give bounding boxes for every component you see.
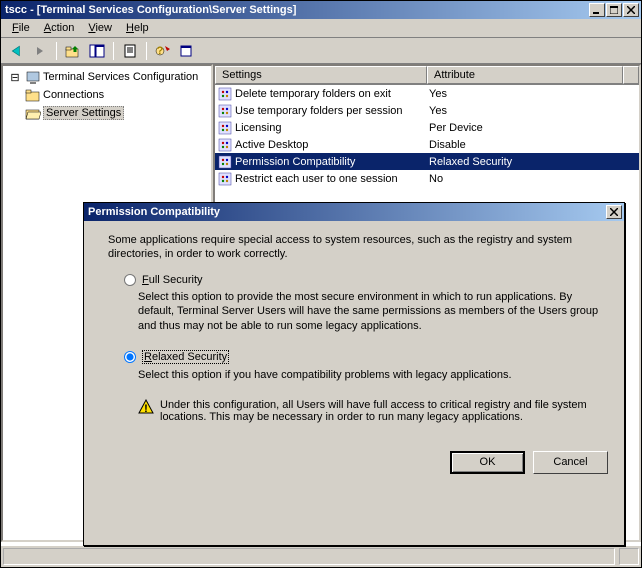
folder-icon [25, 87, 41, 103]
statusbar [1, 545, 641, 567]
setting-name: Restrict each user to one session [235, 173, 398, 185]
list-row[interactable]: Active Desktop Disable [215, 136, 639, 153]
tree-server-settings[interactable]: Server Settings [23, 104, 209, 122]
setting-icon [217, 103, 233, 119]
relaxed-security-description: Select this option if you have compatibi… [138, 368, 600, 383]
radio-full-label: Full Security [142, 274, 203, 286]
dialog-content: Some applications require special access… [84, 221, 624, 451]
status-grip [619, 548, 639, 565]
toolbar-separator [113, 42, 114, 60]
window-controls [589, 3, 639, 17]
warning-text: Under this configuration, all Users will… [160, 399, 600, 423]
refresh-button[interactable] [176, 40, 198, 62]
setting-attribute: Yes [429, 88, 447, 100]
setting-name: Licensing [235, 122, 281, 134]
setting-attribute: No [429, 173, 443, 185]
setting-name: Permission Compatibility [235, 156, 355, 168]
menu-action[interactable]: Action [37, 20, 82, 36]
menu-file[interactable]: File [5, 20, 37, 36]
warning-row: ! Under this configuration, all Users wi… [138, 399, 600, 423]
menu-help[interactable]: Help [119, 20, 156, 36]
dialog-title: Permission Compatibility [86, 206, 606, 218]
list-row[interactable]: Permission Compatibility Relaxed Security [215, 153, 639, 170]
close-button[interactable] [623, 3, 639, 17]
setting-icon [217, 154, 233, 170]
setting-attribute: Yes [429, 105, 447, 117]
tree-connections-label: Connections [43, 89, 104, 101]
menubar: File Action View Help [1, 19, 641, 38]
window-title: tscc - [Terminal Services Configuration\… [3, 4, 589, 16]
warning-icon: ! [138, 399, 154, 415]
show-hide-tree-button[interactable] [86, 40, 108, 62]
col-spacer [623, 66, 639, 84]
list-header: Settings Attribute [215, 66, 639, 85]
permission-compatibility-dialog: Permission Compatibility Some applicatio… [83, 202, 625, 546]
full-security-description: Select this option to provide the most s… [138, 290, 600, 335]
menu-view[interactable]: View [81, 20, 119, 36]
status-panel [3, 548, 615, 565]
setting-icon [217, 86, 233, 102]
setting-icon [217, 137, 233, 153]
radio-relaxed-security[interactable]: Relaxed Security [124, 350, 600, 364]
maximize-button[interactable] [606, 3, 622, 17]
radio-full-security[interactable]: Full Security [124, 274, 600, 286]
dialog-buttons: OK Cancel [84, 451, 624, 486]
cancel-button[interactable]: Cancel [533, 451, 608, 474]
help-button[interactable]: ? [152, 40, 174, 62]
tree-root[interactable]: ⊟ Terminal Services Configuration [5, 68, 209, 86]
dialog-intro: Some applications require special access… [108, 233, 600, 262]
svg-text:!: ! [144, 403, 148, 415]
tree-server-settings-label: Server Settings [43, 106, 124, 120]
radio-relaxed-label: Relaxed Security [142, 350, 229, 364]
setting-attribute: Disable [429, 139, 466, 151]
col-attribute[interactable]: Attribute [427, 66, 623, 84]
back-button[interactable] [5, 40, 27, 62]
radio-relaxed-input[interactable] [124, 351, 136, 363]
ok-button[interactable]: OK [450, 451, 525, 474]
setting-name: Delete temporary folders on exit [235, 88, 391, 100]
setting-name: Active Desktop [235, 139, 308, 151]
setting-icon [217, 171, 233, 187]
list-row[interactable]: Delete temporary folders on exit Yes [215, 85, 639, 102]
toolbar-separator [56, 42, 57, 60]
tree-root-label: Terminal Services Configuration [43, 71, 198, 83]
list-row[interactable]: Licensing Per Device [215, 119, 639, 136]
minimize-button[interactable] [589, 3, 605, 17]
setting-attribute: Relaxed Security [429, 156, 512, 168]
up-button[interactable] [62, 40, 84, 62]
titlebar: tscc - [Terminal Services Configuration\… [1, 1, 641, 19]
tree-connections[interactable]: Connections [23, 86, 209, 104]
col-settings[interactable]: Settings [215, 66, 427, 84]
toolbar: ? [1, 38, 641, 64]
config-icon [25, 69, 41, 85]
folder-open-icon [25, 105, 41, 121]
properties-button[interactable] [119, 40, 141, 62]
setting-icon [217, 120, 233, 136]
setting-name: Use temporary folders per session [235, 105, 403, 117]
dialog-close-button[interactable] [606, 205, 622, 219]
dialog-titlebar: Permission Compatibility [84, 203, 624, 221]
list-row[interactable]: Use temporary folders per session Yes [215, 102, 639, 119]
forward-button[interactable] [29, 40, 51, 62]
radio-full-input[interactable] [124, 274, 136, 286]
collapse-icon: ⊟ [7, 71, 23, 84]
toolbar-separator [146, 42, 147, 60]
setting-attribute: Per Device [429, 122, 483, 134]
svg-text:?: ? [157, 45, 164, 57]
list-row[interactable]: Restrict each user to one session No [215, 170, 639, 187]
